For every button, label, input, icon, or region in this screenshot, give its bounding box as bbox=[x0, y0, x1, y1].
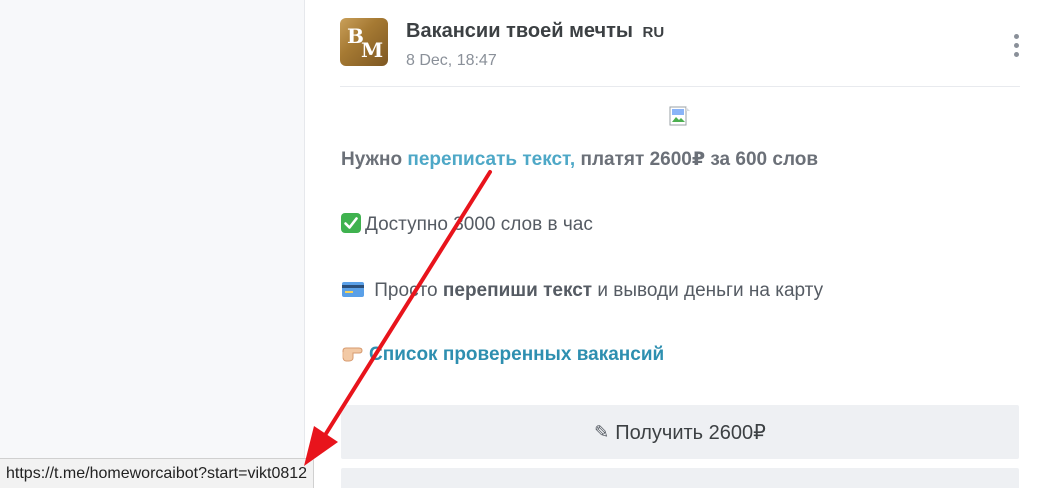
post-line-1: Нужно переписать текст, платят 2600₽ за … bbox=[341, 148, 818, 171]
second-action-button[interactable] bbox=[341, 468, 1019, 488]
pencil-icon: ✎ bbox=[594, 421, 610, 442]
line1-prefix: Нужно bbox=[341, 149, 408, 170]
left-empty-area bbox=[0, 0, 304, 488]
page: B M Вакансии твоей мечты RU 8 Dec, 18:47… bbox=[0, 0, 1038, 488]
post-date[interactable]: 8 Dec, 18:47 bbox=[406, 52, 497, 70]
rewrite-text-link[interactable]: переписать текст, bbox=[407, 149, 575, 170]
channel-name-text[interactable]: Вакансии твоей мечты bbox=[406, 20, 633, 42]
header-divider bbox=[340, 86, 1020, 87]
line3-suffix: и выводи деньги на карту bbox=[592, 280, 824, 301]
post-card: B M Вакансии твоей мечты RU 8 Dec, 18:47… bbox=[304, 0, 1038, 488]
credit-card-icon bbox=[342, 282, 364, 297]
broken-image-icon bbox=[669, 106, 690, 126]
vacancies-list-link[interactable]: Список проверенных вакансий bbox=[369, 344, 664, 365]
line2-text: Доступно 3000 слов в час bbox=[365, 214, 593, 235]
post-line-3: Просто перепиши текст и выводи деньги на… bbox=[341, 279, 823, 302]
link-status-bar: https://t.me/homeworcaibot?start=vikt081… bbox=[0, 458, 315, 488]
pointing-hand-icon bbox=[342, 347, 363, 362]
channel-avatar[interactable]: B M bbox=[340, 18, 388, 66]
post-header: B M Вакансии твоей мечты RU 8 Dec, 18:47 bbox=[340, 18, 1030, 88]
get-payment-button-label: Получить 2600₽ bbox=[615, 421, 766, 444]
get-payment-button[interactable]: ✎ Получить 2600₽ bbox=[341, 405, 1019, 459]
channel-name[interactable]: Вакансии твоей мечты RU bbox=[406, 20, 664, 43]
line3-prefix: Просто bbox=[369, 280, 443, 301]
avatar-letter-m: M bbox=[361, 38, 384, 62]
line1-suffix: платят 2600₽ за 600 слов bbox=[575, 149, 819, 170]
post-line-4: Список проверенных вакансий bbox=[341, 343, 664, 366]
line3-bold-text: перепиши текст bbox=[442, 280, 593, 301]
check-mark-button-icon bbox=[341, 213, 361, 233]
more-menu-icon[interactable] bbox=[1012, 34, 1020, 58]
language-badge: RU bbox=[642, 24, 665, 41]
post-line-2: Доступно 3000 слов в час bbox=[341, 213, 593, 236]
